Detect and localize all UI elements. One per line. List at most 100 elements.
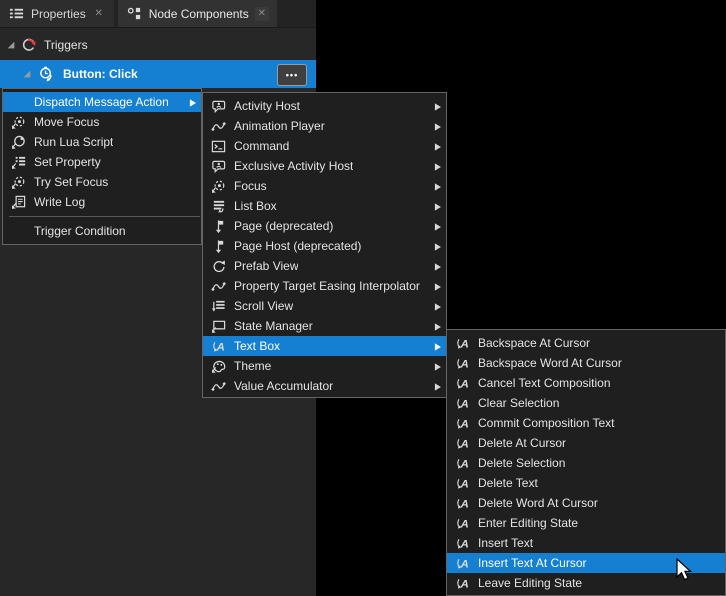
tab-properties[interactable]: Properties ✕ [0, 0, 114, 27]
submenu-arrow-icon: ▶ [427, 101, 441, 112]
tab-node-components[interactable]: Node Components ✕ [118, 0, 277, 27]
command-icon [208, 138, 228, 154]
menu-item-state-manager[interactable]: State Manager▶ [203, 316, 446, 336]
menu-item-label: Page Host (deprecated) [234, 239, 361, 253]
menu-item-insert-text-at-cursor[interactable]: AInsert Text At Cursor [447, 553, 725, 573]
menu-item-clear-selection[interactable]: AClear Selection [447, 393, 725, 413]
blank-icon [8, 223, 28, 239]
menu-item-leave-editing-state[interactable]: ALeave Editing State [447, 573, 725, 593]
svg-text:A: A [459, 438, 468, 450]
menu-item-label: Backspace At Cursor [478, 336, 590, 350]
menu-item-label: Animation Player [234, 119, 325, 133]
menu-item-label: Activity Host [234, 99, 300, 113]
svg-text:A: A [459, 538, 468, 550]
menu-item-label: Prefab View [234, 259, 298, 273]
menu-item-label: Focus [234, 179, 267, 193]
menu-item-label: Backspace Word At Cursor [478, 356, 622, 370]
menu-item-page-host-deprecated[interactable]: Page Host (deprecated)▶ [203, 236, 446, 256]
menu-item-focus[interactable]: Focus▶ [203, 176, 446, 196]
submenu-arrow-icon: ▶ [427, 381, 441, 392]
textbox-icon: A [452, 375, 472, 391]
menu-item-label: Set Property [34, 155, 101, 169]
triggers-group-row[interactable]: Triggers [0, 32, 316, 58]
anim-icon [208, 278, 228, 294]
submenu-arrow-icon: ▶ [427, 261, 441, 272]
expander-icon[interactable] [6, 40, 16, 50]
close-icon[interactable]: ✕ [255, 7, 269, 21]
menu-item-property-target-easing-interpolator[interactable]: Property Target Easing Interpolator▶ [203, 276, 446, 296]
textbox-icon: A [452, 355, 472, 371]
menu-item-label: Theme [234, 359, 271, 373]
menu-item-label: Text Box [234, 339, 280, 353]
menu-item-exclusive-activity-host[interactable]: Exclusive Activity Host▶ [203, 156, 446, 176]
menu-item-value-accumulator[interactable]: Value Accumulator▶ [203, 376, 446, 396]
menu-separator [9, 216, 200, 217]
properties-icon [8, 5, 25, 22]
menu-item-scroll-view[interactable]: Scroll View ▶ [203, 296, 446, 316]
button-click-trigger-row[interactable]: Button: Click ••• [0, 60, 316, 88]
menu-item-backspace-word-at-cursor[interactable]: A Backspace Word At Cursor [447, 353, 725, 373]
menu-item-label: Trigger Condition [34, 224, 126, 238]
menu-item-delete-text[interactable]: A Delete Text [447, 473, 725, 493]
menu-item-theme[interactable]: Theme ▶ [203, 356, 446, 376]
menu-item-set-property[interactable]: Set Property [3, 152, 201, 172]
trigger-actions-menu: Dispatch Message Action▶Move Focus Run Lu… [2, 88, 202, 245]
text-box-message-menu: ABackspace At CursorABackspace Word At C… [446, 329, 726, 596]
menu-item-label: Delete At Cursor [478, 436, 566, 450]
page-icon [208, 218, 228, 234]
menu-item-label: State Manager [234, 319, 313, 333]
menu-item-label: Run Lua Script [34, 135, 113, 149]
submenu-arrow-icon: ▶ [427, 341, 441, 352]
menu-item-animation-player[interactable]: Animation Player ▶ [203, 116, 446, 136]
submenu-arrow-icon: ▶ [427, 301, 441, 312]
menu-item-run-lua-script[interactable]: Run Lua Script [3, 132, 201, 152]
menu-item-delete-at-cursor[interactable]: A Delete At Cursor [447, 433, 725, 453]
menu-item-trigger-condition[interactable]: Trigger Condition [3, 221, 201, 241]
menu-item-page-deprecated[interactable]: Page (deprecated)▶ [203, 216, 446, 236]
menu-item-backspace-at-cursor[interactable]: ABackspace At Cursor [447, 333, 725, 353]
anim-icon [208, 378, 228, 394]
menu-item-label: Scroll View [234, 299, 293, 313]
listbox-icon [208, 198, 228, 214]
state-icon [208, 318, 228, 334]
menu-item-label: Delete Text [478, 476, 538, 490]
expander-icon[interactable] [22, 69, 32, 79]
theme-icon [208, 358, 228, 374]
menu-item-label: Cancel Text Composition [478, 376, 611, 390]
menu-item-enter-editing-state[interactable]: AEnter Editing State [447, 513, 725, 533]
menu-item-label: Command [234, 139, 289, 153]
menu-item-text-box[interactable]: A Text Box ▶ [203, 336, 446, 356]
menu-item-insert-text[interactable]: A Insert Text [447, 533, 725, 553]
menu-item-label: Delete Selection [478, 456, 565, 470]
submenu-arrow-icon: ▶ [427, 161, 441, 172]
menu-item-cancel-text-composition[interactable]: A Cancel Text Composition [447, 373, 725, 393]
menu-item-prefab-view[interactable]: Prefab View ▶ [203, 256, 446, 276]
menu-item-command[interactable]: Command ▶ [203, 136, 446, 156]
menu-item-commit-composition-text[interactable]: A Commit Composition Text [447, 413, 725, 433]
textbox-icon: A [452, 515, 472, 531]
menu-item-try-set-focus[interactable]: Try Set Focus [3, 172, 201, 192]
menu-item-delete-selection[interactable]: ADelete Selection [447, 453, 725, 473]
submenu-arrow-icon: ▶ [427, 361, 441, 372]
submenu-arrow-icon: ▶ [427, 141, 441, 152]
textbox-icon: A [452, 475, 472, 491]
menu-item-move-focus[interactable]: Move Focus [3, 112, 201, 132]
scroll-icon [208, 298, 228, 314]
menu-item-label: Insert Text [478, 536, 533, 550]
submenu-arrow-icon: ▶ [427, 121, 441, 132]
menu-item-write-log[interactable]: Write Log [3, 192, 201, 212]
menu-item-delete-word-at-cursor[interactable]: ADelete Word At Cursor [447, 493, 725, 513]
menu-item-label: Commit Composition Text [478, 416, 615, 430]
svg-text:A: A [215, 341, 224, 353]
textbox-icon: A [452, 415, 472, 431]
menu-item-label: Leave Editing State [478, 576, 582, 590]
menu-item-list-box[interactable]: List Box▶ [203, 196, 446, 216]
node-components-icon [126, 5, 143, 22]
focus-icon [208, 178, 228, 194]
menu-item-activity-host[interactable]: Activity Host ▶ [203, 96, 446, 116]
menu-item-dispatch-message-action[interactable]: Dispatch Message Action▶ [3, 92, 201, 112]
more-options-button[interactable]: ••• [277, 64, 307, 86]
svg-text:A: A [459, 518, 468, 530]
close-icon[interactable]: ✕ [92, 7, 106, 21]
svg-text:A: A [459, 498, 468, 510]
